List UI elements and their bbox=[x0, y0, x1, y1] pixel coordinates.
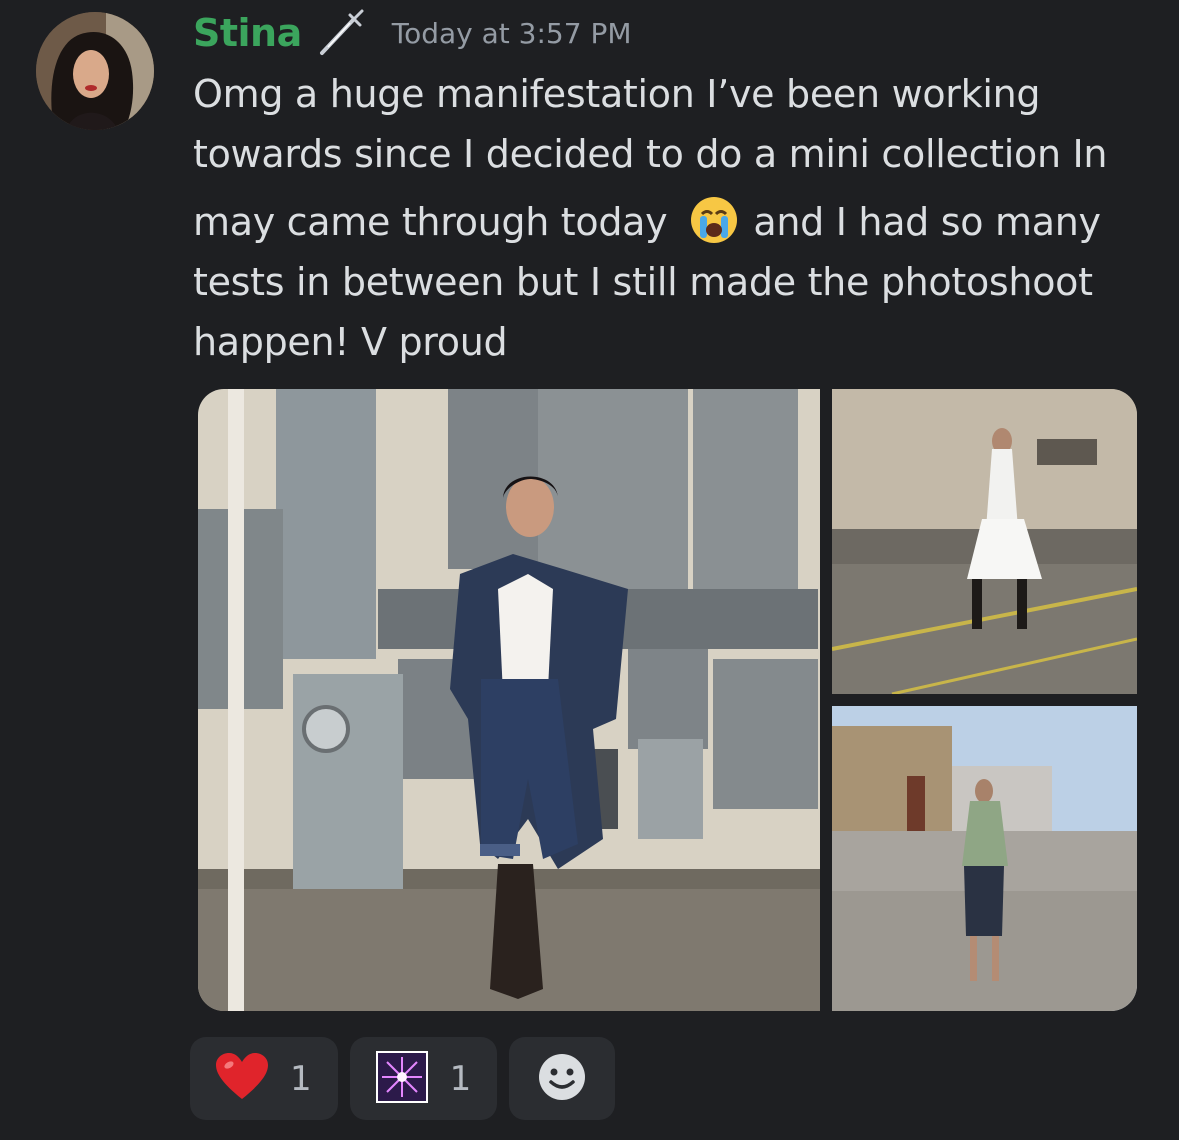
message-line: Omg a huge manifestation I’ve been worki… bbox=[193, 72, 1041, 116]
red-heart-icon bbox=[216, 1052, 268, 1105]
message-content: Omg a huge manifestation I’ve been worki… bbox=[193, 64, 1153, 372]
message-line: towards since I decided to do a mini col… bbox=[193, 132, 1108, 176]
author-username[interactable]: Stina bbox=[193, 11, 302, 55]
dagger-icon bbox=[314, 7, 366, 59]
message-text: may came through today bbox=[193, 200, 668, 244]
smiley-add-reaction-icon bbox=[536, 1051, 588, 1107]
reaction-count: 1 bbox=[290, 1058, 312, 1099]
author-avatar[interactable] bbox=[36, 12, 154, 130]
add-reaction-button[interactable] bbox=[509, 1037, 616, 1120]
message-timestamp[interactable]: Today at 3:57 PM bbox=[392, 17, 632, 50]
reaction-heart[interactable]: 1 bbox=[190, 1037, 338, 1120]
photo-green-blouse[interactable] bbox=[832, 706, 1137, 1011]
photo-denim-outfit[interactable] bbox=[198, 389, 820, 1011]
reaction-count: 1 bbox=[449, 1058, 472, 1099]
sparkler-icon bbox=[375, 1050, 428, 1107]
reaction-sparkler[interactable]: 1 bbox=[349, 1037, 498, 1120]
message-line: happen! V proud bbox=[193, 320, 508, 364]
message-line: tests in between but I still made the ph… bbox=[193, 260, 1093, 304]
reactions-bar: 1 1 bbox=[190, 1037, 616, 1120]
photo-white-dress[interactable] bbox=[832, 389, 1137, 694]
message-line: may came through today and I had so many bbox=[193, 192, 1153, 252]
loudly-crying-face-icon bbox=[689, 195, 739, 245]
message-text: and I had so many bbox=[753, 200, 1101, 244]
message-header: Stina Today at 3:57 PM bbox=[193, 8, 632, 58]
